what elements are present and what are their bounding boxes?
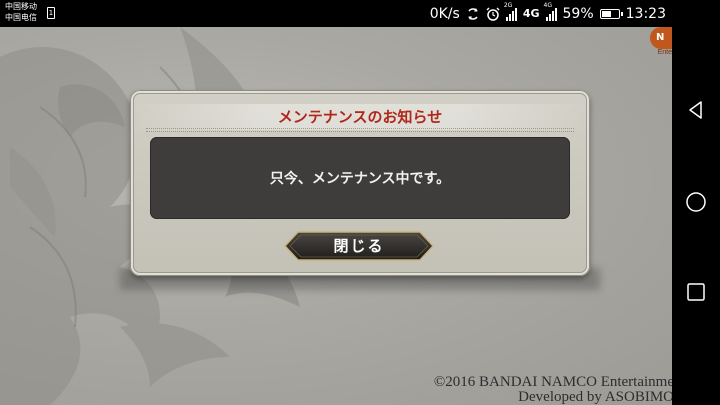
maintenance-dialog: メンテナンスのお知らせ 只今、メンテナンス中です。 閉じる (130, 90, 590, 276)
recents-icon (687, 283, 705, 301)
back-icon (689, 101, 702, 119)
carrier-1: 中国移动 (5, 2, 37, 11)
clock-time: 13:23 (625, 5, 666, 22)
back-button[interactable] (672, 90, 720, 130)
battery-fill (601, 10, 611, 17)
message-box: 只今、メンテナンス中です。 (150, 137, 570, 219)
title-divider (146, 128, 574, 132)
sim-card-icon: 1 (47, 7, 55, 19)
network-small-label-2: 4G (543, 1, 552, 9)
copyright-line-1: ©2016 BANDAI NAMCO Entertainme (433, 374, 672, 390)
brand-logo-badge: N (650, 27, 672, 49)
copyright-line-2: Developed by ASOBIMO (518, 389, 672, 405)
close-button[interactable]: 閉じる (284, 231, 434, 261)
sync-icon (468, 7, 478, 20)
carrier-2: 中国电信 (5, 13, 37, 22)
copyright-notice: ©2016 BANDAI NAMCO Entertainme Developed… (434, 375, 672, 405)
network-speed: 0K/s (429, 5, 460, 22)
signal-4g-icon: 4G (544, 2, 557, 21)
network-small-label-1: 2G (503, 1, 513, 9)
carrier-labels: 中国移动 中国电信 (5, 1, 37, 23)
home-button[interactable] (672, 182, 720, 222)
battery-percent: 59% (562, 5, 594, 22)
battery-icon (599, 8, 623, 19)
maintenance-message: 只今、メンテナンス中です。 (269, 171, 451, 187)
brand-logo-text: Ente (657, 49, 672, 56)
navigation-bar (672, 0, 720, 405)
status-icons: 0K/s 2G 4G 4G 59% 13:23 (430, 0, 666, 27)
network-type-label: 4G (522, 7, 540, 20)
recents-button[interactable] (672, 272, 720, 312)
dialog-title: メンテナンスのお知らせ (130, 104, 590, 130)
signal-2g-icon: 2G (504, 2, 517, 21)
alarm-clock-icon (486, 7, 500, 21)
close-button-label: 閉じる (333, 237, 385, 255)
status-bar: 中国移动 中国电信 1 0K/s 2G 4G 4G 59% 13:23 (0, 0, 672, 27)
home-icon (686, 192, 706, 212)
